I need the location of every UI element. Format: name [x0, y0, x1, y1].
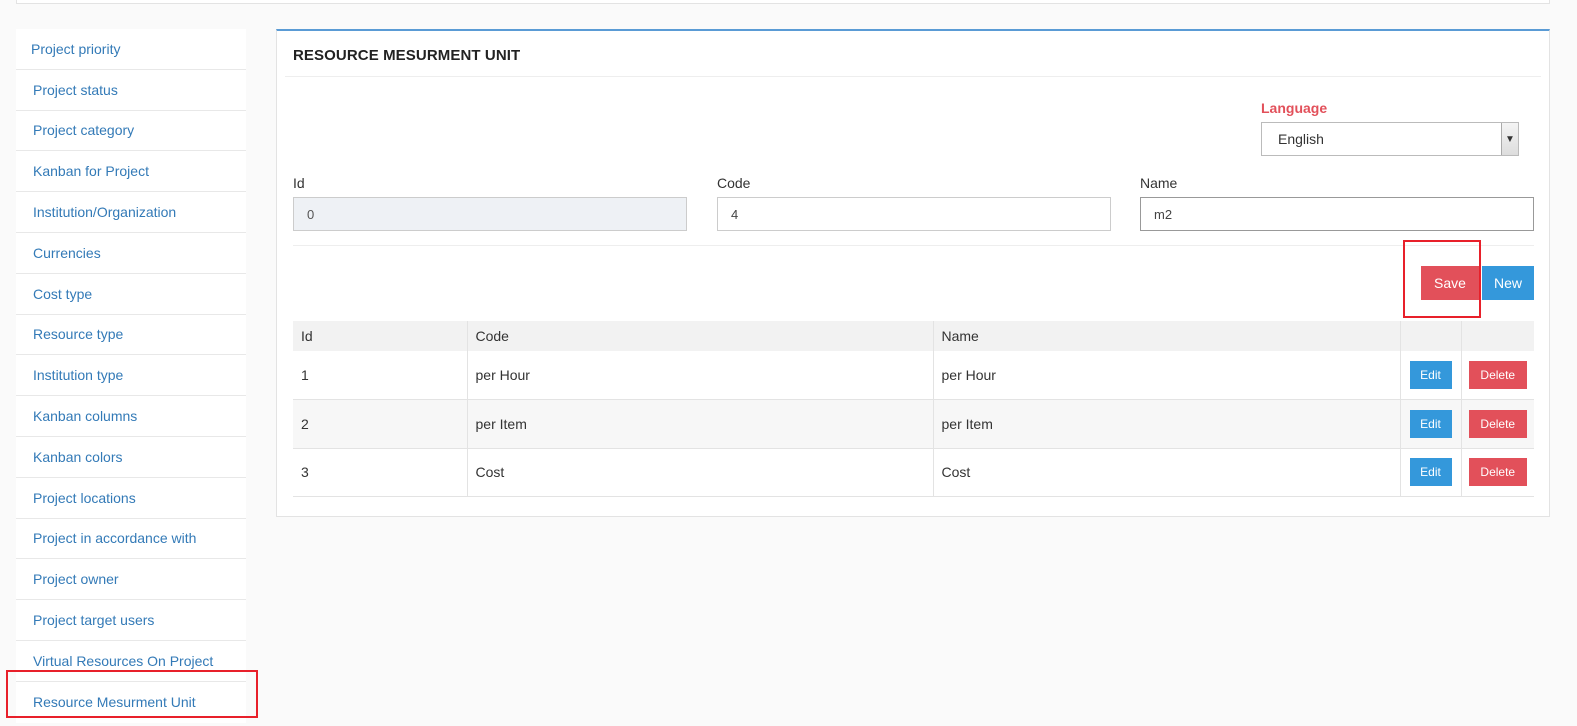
cell-id: 2 [293, 399, 468, 449]
table-row: 1 per Hour per Hour Edit Delete [293, 351, 1534, 400]
delete-button[interactable]: Delete [1468, 409, 1527, 438]
cell-name: per Item [933, 399, 1401, 449]
sidebar-item-resource-type[interactable]: Resource type [16, 315, 246, 356]
id-label: Id [293, 175, 305, 191]
edit-button[interactable]: Edit [1409, 361, 1452, 389]
language-selected-value: English [1278, 131, 1324, 147]
cell-delete: Delete [1461, 351, 1534, 400]
delete-button[interactable]: Delete [1468, 361, 1527, 389]
table-row: 2 per Item per Item Edit Delete [293, 399, 1534, 449]
column-header-edit [1400, 321, 1462, 351]
sidebar-item-kanban-colors[interactable]: Kanban colors [16, 437, 246, 478]
column-header-id: Id [293, 321, 468, 351]
sidebar-item-project-priority[interactable]: Project priority [16, 29, 246, 70]
edit-button[interactable]: Edit [1409, 458, 1452, 487]
resource-unit-panel: RESOURCE MESURMENT UNIT Language English… [276, 29, 1550, 517]
cell-id: 3 [293, 448, 468, 497]
language-label: Language [1261, 100, 1328, 116]
id-field: 0 [293, 197, 687, 231]
sidebar-item-project-locations[interactable]: Project locations [16, 478, 246, 519]
form-divider [293, 245, 1534, 246]
table-row: 3 Cost Cost Edit Delete [293, 448, 1534, 497]
sidebar-item-project-category[interactable]: Project category [16, 111, 246, 152]
new-button[interactable]: New [1482, 266, 1534, 300]
sidebar-item-institution-type[interactable]: Institution type [16, 355, 246, 397]
page-title: RESOURCE MESURMENT UNIT [293, 47, 521, 64]
language-select[interactable]: English ▼ [1261, 122, 1519, 156]
delete-button[interactable]: Delete [1468, 458, 1527, 487]
code-field[interactable]: 4 [717, 197, 1111, 231]
cell-edit: Edit [1400, 448, 1462, 497]
cell-edit: Edit [1400, 351, 1462, 400]
sidebar-item-project-target-users[interactable]: Project target users [16, 600, 246, 641]
code-label: Code [717, 175, 751, 191]
cell-id: 1 [293, 351, 468, 400]
cell-delete: Delete [1461, 399, 1534, 449]
column-header-code: Code [467, 321, 934, 351]
cell-delete: Delete [1461, 448, 1534, 497]
sidebar: Project priority Project status Project … [16, 29, 246, 723]
name-field[interactable]: m2 [1140, 197, 1534, 231]
sidebar-item-kanban-for-project[interactable]: Kanban for Project [16, 151, 246, 193]
sidebar-item-project-in-accordance-with[interactable]: Project in accordance with [16, 519, 246, 560]
top-bar [16, 0, 1550, 4]
cell-name: Cost [933, 448, 1401, 497]
table-header-row: Id Code Name [293, 321, 1534, 351]
cell-name: per Hour [933, 351, 1401, 400]
sidebar-item-institution-organization[interactable]: Institution/Organization [16, 192, 246, 233]
cell-code: per Item [467, 399, 934, 449]
chevron-down-icon[interactable]: ▼ [1501, 123, 1518, 155]
title-divider [285, 76, 1541, 77]
name-label: Name [1140, 175, 1178, 191]
save-button[interactable]: Save [1421, 266, 1479, 300]
sidebar-item-project-status[interactable]: Project status [16, 70, 246, 111]
edit-button[interactable]: Edit [1409, 409, 1452, 438]
sidebar-item-virtual-resources[interactable]: Virtual Resources On Project [16, 641, 246, 682]
sidebar-item-kanban-columns[interactable]: Kanban columns [16, 396, 246, 437]
sidebar-item-project-owner[interactable]: Project owner [16, 559, 246, 601]
cell-code: per Hour [467, 351, 934, 400]
column-header-delete [1461, 321, 1534, 351]
column-header-name: Name [933, 321, 1401, 351]
sidebar-item-cost-type[interactable]: Cost type [16, 274, 246, 315]
sidebar-item-resource-mesurment-unit[interactable]: Resource Mesurment Unit [16, 682, 246, 723]
cell-edit: Edit [1400, 399, 1462, 449]
sidebar-item-currencies[interactable]: Currencies [16, 233, 246, 274]
units-table: Id Code Name 1 per Hour per Hour Edit De… [293, 321, 1534, 497]
cell-code: Cost [467, 448, 934, 497]
